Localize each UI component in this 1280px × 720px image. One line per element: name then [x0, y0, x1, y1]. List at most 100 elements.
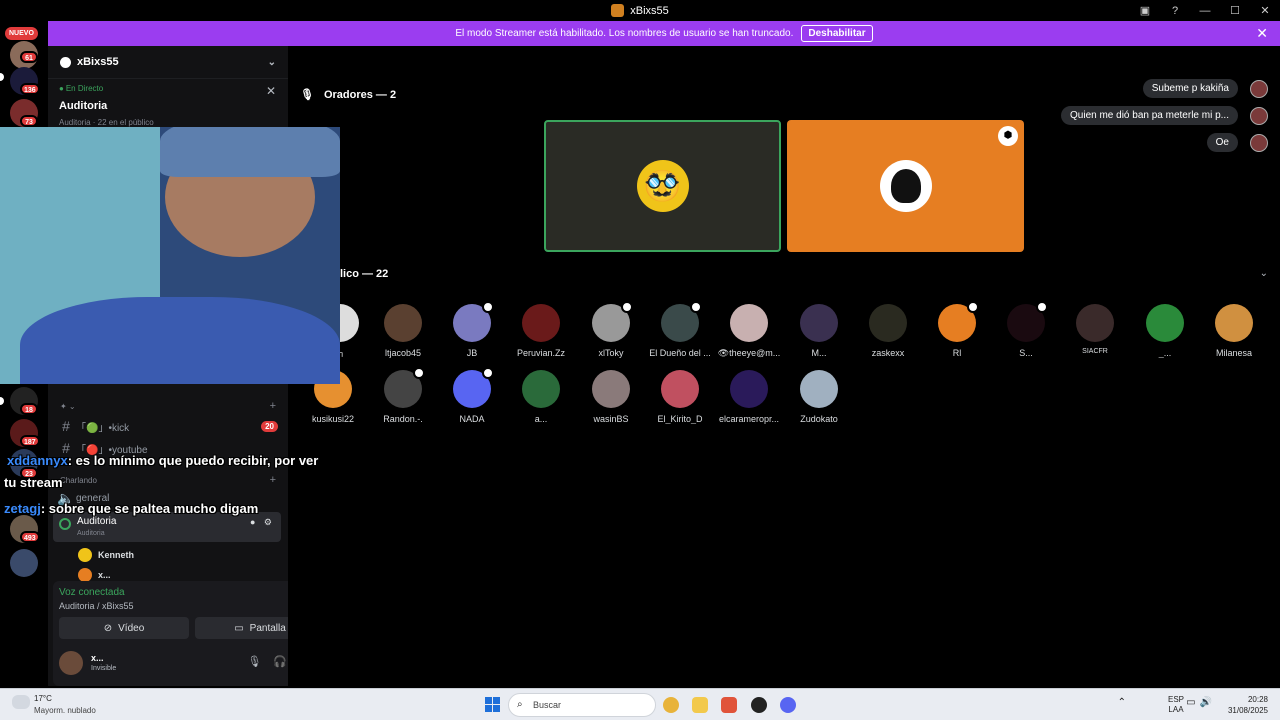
audience-member[interactable]: _... — [1130, 304, 1200, 358]
audience-member[interactable]: wasinBS — [576, 370, 646, 424]
mention-badge: 61 — [20, 51, 38, 63]
add-channel-icon[interactable]: + — [270, 474, 276, 486]
voice-user[interactable]: Kenneth — [78, 546, 134, 564]
audience-member[interactable]: Milanesa — [1199, 304, 1269, 358]
inbox-icon[interactable]: ▣ — [1130, 4, 1160, 17]
taskbar-search[interactable]: ⌕ Buscar — [508, 693, 656, 717]
tray-icons[interactable]: ▭🔊 — [1186, 697, 1216, 708]
channel-tools-icon[interactable]: ● ⚙ — [250, 517, 275, 528]
video-button[interactable]: ⊘ Vídeo — [59, 617, 189, 639]
brave-icon[interactable] — [721, 697, 737, 713]
avatar — [78, 568, 92, 582]
obs-icon[interactable] — [751, 697, 767, 713]
audience-member[interactable]: Randon.-. — [368, 367, 438, 424]
audience-member[interactable]: Rl — [922, 301, 992, 358]
chevron-down-icon[interactable]: ⌄ — [1260, 268, 1268, 279]
audience-member[interactable]: El_Kirito_D — [645, 370, 715, 424]
audience-member[interactable]: SIACFR — [1060, 304, 1130, 355]
avatar — [592, 370, 630, 408]
close-icon[interactable]: ✕ — [266, 84, 276, 98]
audience-member[interactable]: zaskexx — [853, 304, 923, 358]
windows-start-icon[interactable] — [485, 697, 500, 712]
mention-badge: 18 — [20, 403, 38, 415]
clock[interactable]: 20:28 31/08/2025 — [1228, 694, 1268, 716]
avatar — [1250, 134, 1268, 152]
audience-member[interactable]: M... — [784, 304, 854, 358]
window-controls: ▣ ? — ☐ ✕ — [1130, 0, 1280, 21]
server-header[interactable]: xBixs55 ⌄ — [48, 46, 288, 79]
search-placeholder: Buscar — [533, 700, 562, 710]
discord-icon[interactable] — [780, 697, 796, 713]
weather-desc: Mayorm. nublado — [34, 706, 96, 715]
video-label: Vídeo — [118, 622, 145, 634]
minimize-button[interactable]: — — [1190, 5, 1220, 17]
cloud-icon — [12, 695, 30, 709]
avatar — [522, 370, 560, 408]
avatar — [1146, 304, 1184, 342]
avatar — [1250, 80, 1268, 98]
screen-icon: ▭ — [234, 622, 244, 634]
disable-streamer-button[interactable]: Deshabilitar — [801, 25, 873, 42]
voice-channel-sub: Auditoria — [77, 530, 105, 537]
webcam-person-body — [20, 297, 340, 384]
avatar — [1215, 304, 1253, 342]
avatar — [78, 548, 92, 562]
category-header[interactable]: Charlando + — [60, 474, 280, 486]
chat-bubble: Quien me dió ban pa meterle mi p... — [1061, 106, 1238, 125]
voice-user-name: x... — [98, 570, 111, 580]
chat-bubble: Oe — [1206, 133, 1238, 152]
avatar — [1076, 304, 1114, 342]
camera-off-icon: ⊘ — [103, 622, 113, 634]
webcam-person-hat — [160, 127, 340, 177]
chevron-down-icon[interactable]: ⌄ — [268, 57, 276, 68]
mention-badge: 136 — [20, 83, 40, 95]
channel-kick[interactable]: # 「🟢」•kick 20 — [56, 416, 282, 436]
audience-member[interactable]: 👁theeye@m... — [714, 304, 784, 359]
maximize-button[interactable]: ☐ — [1220, 4, 1250, 17]
audience-member[interactable]: a... — [506, 370, 576, 424]
avatar — [384, 304, 422, 342]
language-indicator[interactable]: ESP LAA — [1168, 695, 1184, 715]
file-explorer-icon[interactable] — [692, 697, 708, 713]
audience-member[interactable]: ltjacob45 — [368, 304, 438, 358]
help-icon[interactable]: ? — [1160, 5, 1190, 17]
audience-member[interactable]: Peruvian.Zz — [506, 304, 576, 358]
server-icon[interactable] — [10, 549, 38, 577]
audience-member[interactable]: xlToky — [576, 301, 646, 358]
overlay-chat-line: xddannyx: es lo mínimo que puedo recibir… — [7, 453, 318, 468]
audience-member[interactable]: S... — [991, 301, 1061, 358]
avatar — [879, 160, 932, 212]
audience-member[interactable]: NADA — [437, 367, 507, 424]
screen-label: Pantalla — [249, 622, 286, 634]
request-icon — [482, 367, 494, 379]
audience-member[interactable]: Zudokato — [784, 370, 854, 424]
title-bar: xBixs55 ▣ ? — ☐ ✕ — [0, 0, 1280, 21]
avatar — [938, 301, 979, 342]
overlay-chat-message: tu stream — [4, 475, 63, 490]
overlay-chat-line: zetagj: sobre que se paltea mucho digam — [4, 501, 258, 516]
moderator-icon: ⬢ — [998, 126, 1018, 146]
category-header[interactable]: ✦ ⌄ + — [60, 400, 280, 412]
speaker-tile[interactable]: ⬢ — [787, 120, 1024, 252]
audience-member[interactable]: El Dueño del ... — [645, 301, 715, 358]
avatar — [869, 304, 907, 342]
live-event-card[interactable]: En Directo Auditoria Auditoria · 22 en e… — [48, 80, 288, 130]
avatar — [800, 370, 838, 408]
window-title: xBixs55 — [630, 4, 669, 17]
overlay-chat-user: xddannyx — [7, 453, 68, 468]
audience-member[interactable]: elcarameropr... — [714, 370, 784, 424]
server-name: xBixs55 — [77, 56, 119, 68]
avatar[interactable] — [59, 651, 83, 675]
avatar — [522, 304, 560, 342]
voice-channel-auditoria[interactable]: Auditoria Auditoria ● ⚙ — [53, 512, 281, 542]
speaker-tile[interactable]: 🥸 — [544, 120, 781, 252]
avatar — [661, 370, 699, 408]
chrome-icon[interactable] — [663, 697, 679, 713]
chevron-up-icon[interactable]: ⌃ — [1118, 697, 1126, 708]
request-icon — [413, 367, 425, 379]
close-icon[interactable]: ✕ — [1256, 25, 1268, 42]
audience-member[interactable]: JB — [437, 301, 507, 358]
close-button[interactable]: ✕ — [1250, 4, 1280, 17]
voice-location[interactable]: Auditoria / xBixs55 — [59, 601, 134, 611]
add-channel-icon[interactable]: + — [270, 400, 276, 412]
